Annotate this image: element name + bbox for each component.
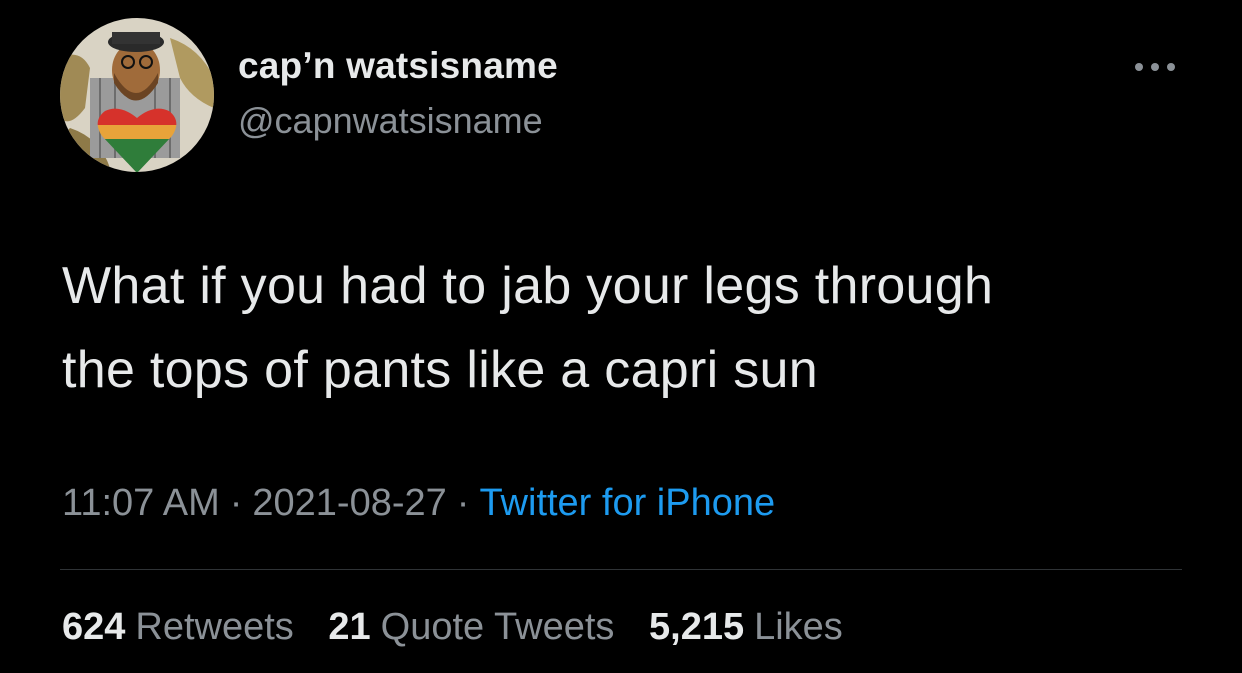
tweet-card: cap’n watsisname @capnwatsisname What if… xyxy=(0,0,1242,673)
retweets-label: Retweets xyxy=(135,606,294,648)
meta-separator: · xyxy=(456,482,470,524)
quote-tweets-label: Quote Tweets xyxy=(380,606,615,648)
more-options-button[interactable] xyxy=(1130,52,1180,82)
tweet-meta: 11:07 AM · 2021-08-27 · Twitter for iPhone xyxy=(62,482,775,525)
likes-label: Likes xyxy=(754,606,843,648)
more-horizontal-icon xyxy=(1135,63,1175,71)
retweets-count: 624 xyxy=(62,606,126,648)
tweet-stats: 624 Retweets 21 Quote Tweets 5,215 Likes xyxy=(62,606,867,649)
likes-count: 5,215 xyxy=(649,606,745,648)
author-display-name[interactable]: cap’n watsisname xyxy=(238,45,558,87)
meta-separator: · xyxy=(229,482,243,524)
avatar[interactable] xyxy=(60,18,214,172)
retweets-stat[interactable]: 624 Retweets xyxy=(62,606,294,649)
divider xyxy=(60,569,1182,570)
quote-tweets-count: 21 xyxy=(328,606,371,648)
tweet-date[interactable]: 2021-08-27 xyxy=(252,482,446,524)
author-handle[interactable]: @capnwatsisname xyxy=(238,100,543,142)
likes-stat[interactable]: 5,215 Likes xyxy=(649,606,843,649)
avatar-image xyxy=(60,18,214,172)
tweet-text: What if you had to jab your legs through… xyxy=(62,244,1212,412)
tweet-time[interactable]: 11:07 AM xyxy=(62,482,220,524)
tweet-text-line: the tops of pants like a capri sun xyxy=(62,341,818,399)
tweet-text-line: What if you had to jab your legs through xyxy=(62,257,994,315)
tweet-source-link[interactable]: Twitter for iPhone xyxy=(479,482,775,524)
quote-tweets-stat[interactable]: 21 Quote Tweets xyxy=(328,606,614,649)
